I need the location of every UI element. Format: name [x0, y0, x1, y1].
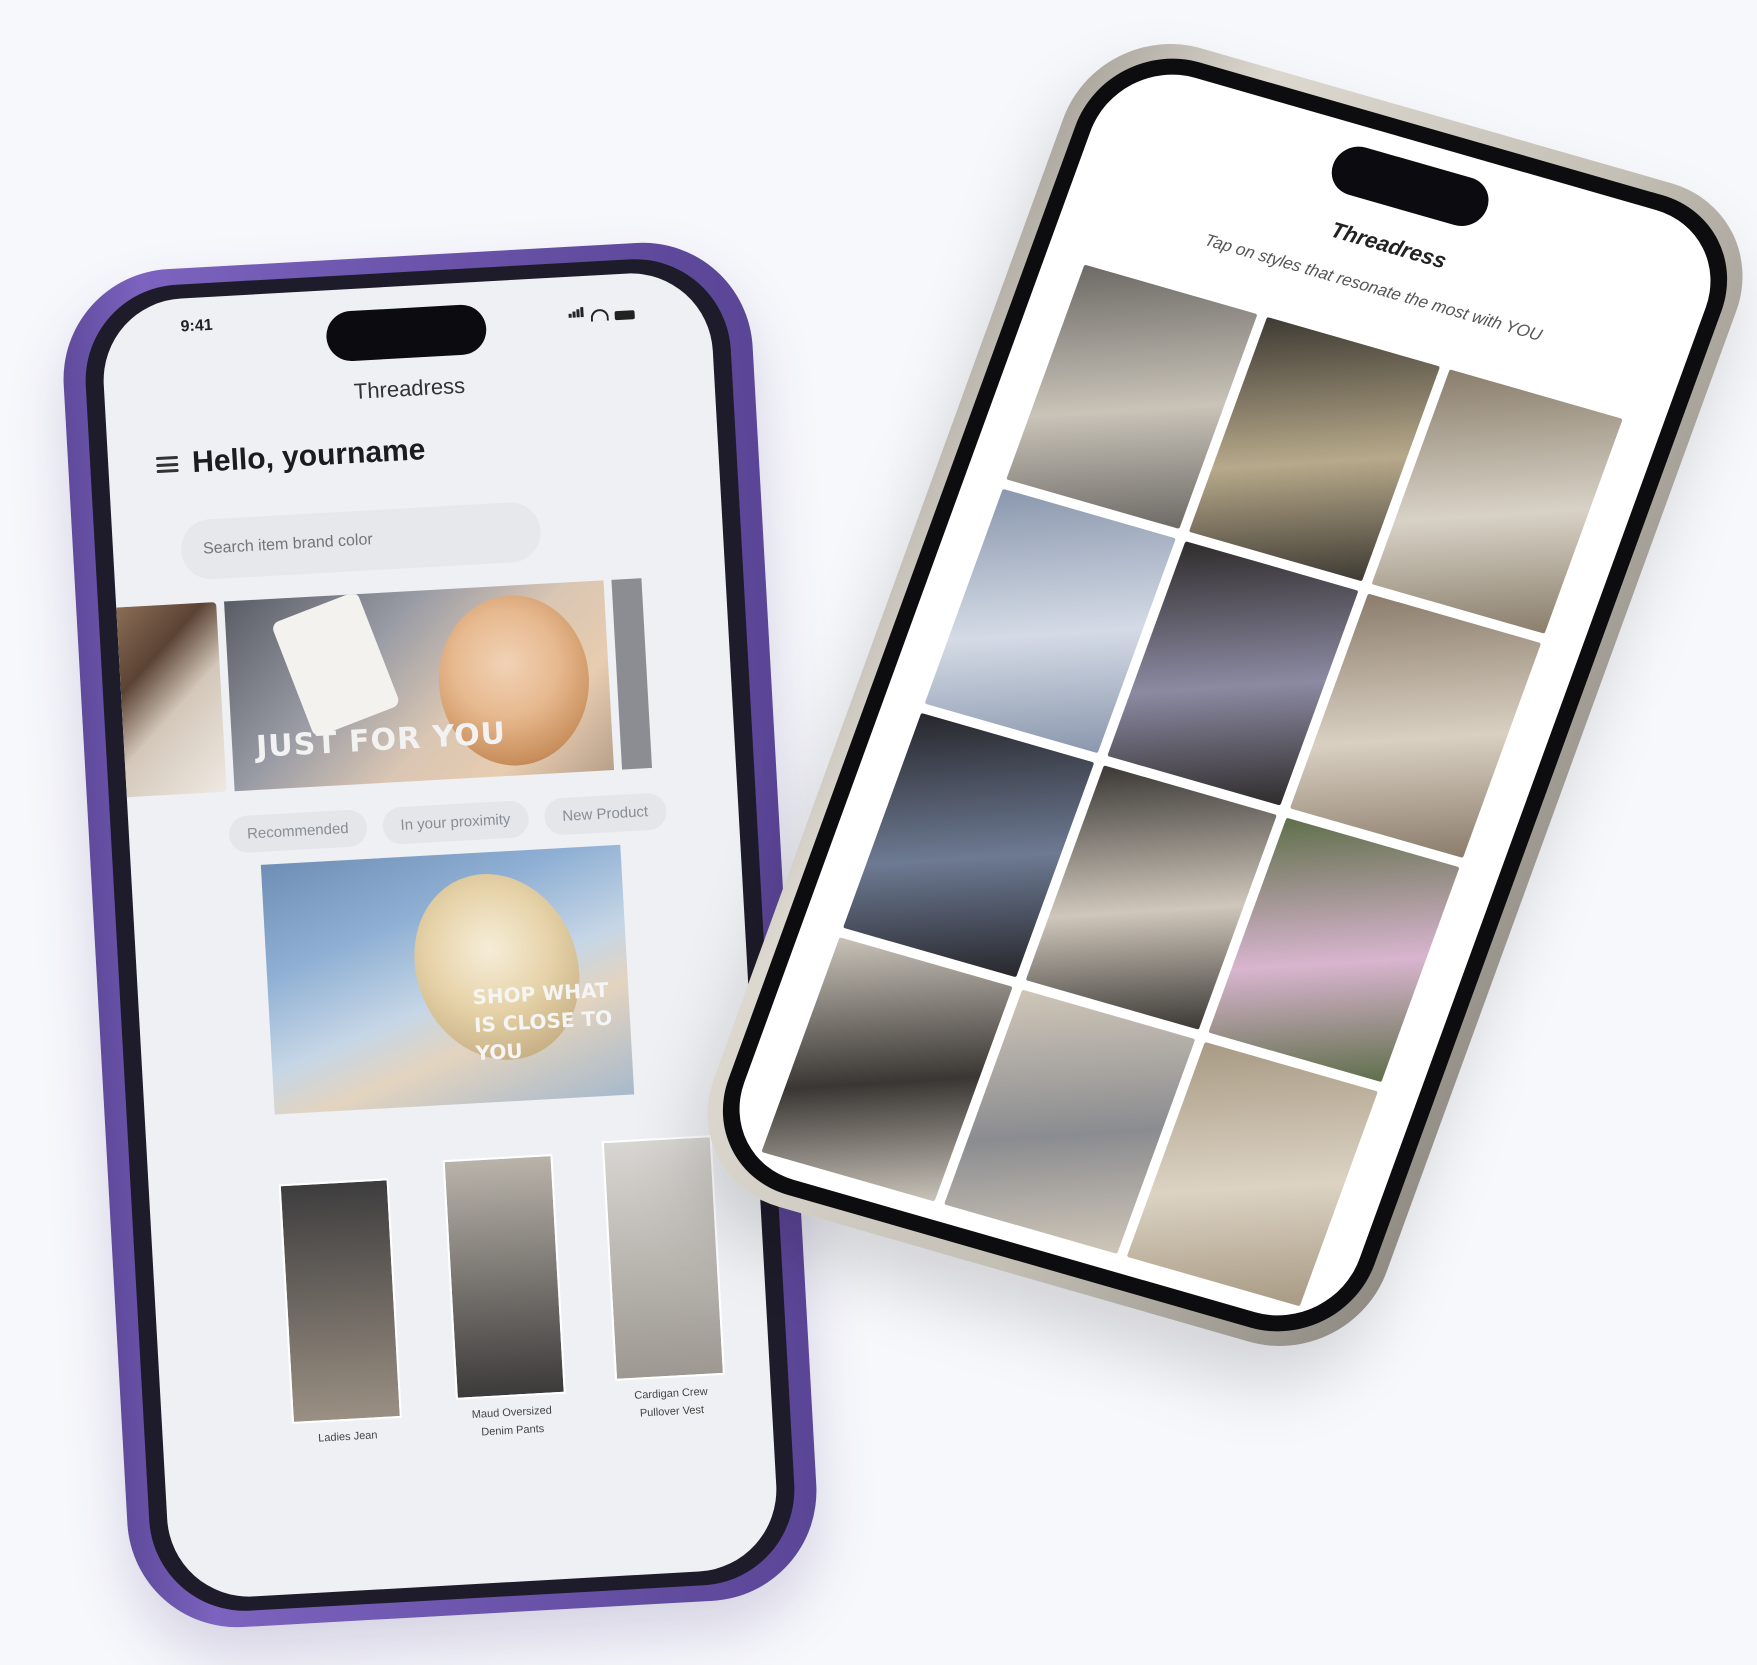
banner-text: JUST FOR YOU	[255, 716, 507, 765]
feature-banner[interactable]: SHOP WHAT IS CLOSE TO YOU	[260, 844, 635, 1115]
status-time: 9:41	[180, 316, 214, 336]
app-brand: Threadress	[353, 372, 466, 404]
banner-carousel[interactable]: JUST FOR YOU	[116, 574, 736, 798]
home-screen: 9:41 Threadress Hello, yourname JUST FOR…	[99, 268, 781, 1602]
product-label: Maud Oversized Denim Pants	[471, 1404, 553, 1439]
dynamic-island	[325, 303, 488, 363]
banner-main-image[interactable]: JUST FOR YOU	[224, 580, 615, 792]
banner-prev-image[interactable]	[116, 601, 227, 798]
wifi-icon	[590, 308, 609, 322]
product-label: Ladies Jean	[317, 1429, 378, 1445]
left-phone: 9:41 Threadress Hello, yourname JUST FOR…	[57, 236, 823, 1634]
product-card[interactable]: Ladies Jean	[278, 1178, 404, 1449]
product-label: Cardigan Crew Pullover Vest	[634, 1385, 708, 1420]
product-list: Ladies Jean Maud Oversized Denim Pants C…	[278, 1135, 781, 1484]
greeting-row: Hello, yourname	[155, 433, 426, 482]
chip-new-product[interactable]: New Product	[543, 792, 668, 836]
search-input[interactable]	[179, 500, 543, 581]
menu-icon[interactable]	[155, 455, 179, 474]
banner-next-image[interactable]	[611, 578, 653, 770]
style-grid	[761, 264, 1623, 1307]
product-image[interactable]	[278, 1178, 402, 1425]
right-phone: Threadress Tap on styles that resonate t…	[677, 19, 1757, 1371]
status-icons	[568, 301, 635, 323]
chip-recommended[interactable]: Recommended	[228, 808, 368, 854]
chip-in-your-proximity[interactable]: In your proximity	[381, 799, 530, 846]
filter-chips: Recommended In your proximity New Produc…	[228, 792, 668, 854]
product-image[interactable]	[442, 1154, 566, 1400]
greeting-title: Hello, yourname	[191, 433, 427, 480]
product-card[interactable]: Maud Oversized Denim Pants	[442, 1154, 569, 1443]
banner-cup-shape	[270, 590, 401, 738]
signal-icon	[568, 304, 585, 323]
feature-text: SHOP WHAT IS CLOSE TO YOU	[471, 977, 613, 1066]
battery-icon	[614, 310, 635, 321]
